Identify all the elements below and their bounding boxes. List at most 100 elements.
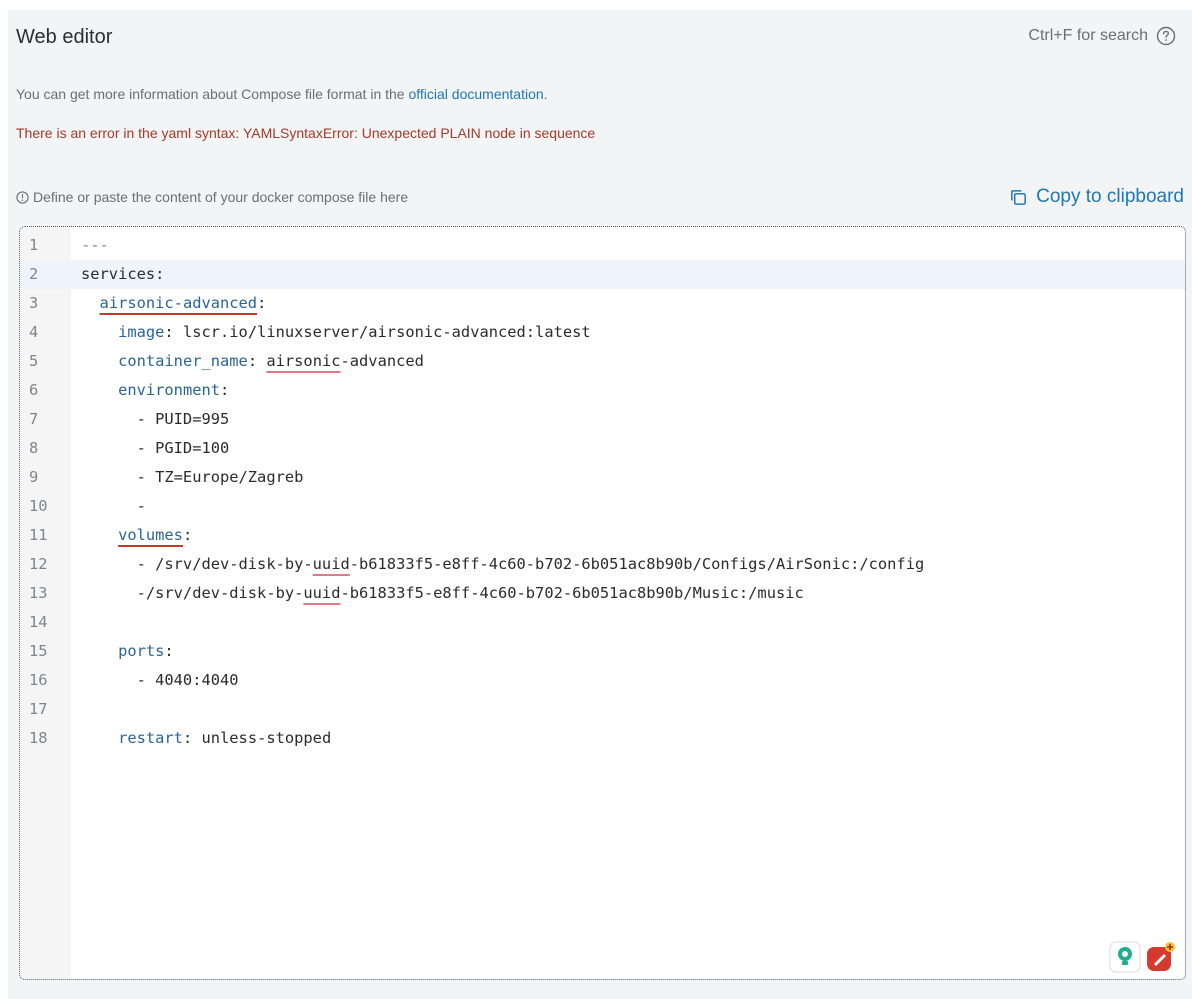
line-number: 17 — [29, 700, 48, 718]
code-line[interactable]: 12 - /srv/dev-disk-by-uuid-b61833f5-e8ff… — [20, 550, 1185, 579]
line-number: 8 — [29, 439, 39, 457]
extension-icons — [1109, 941, 1177, 973]
code-token: uuid — [312, 555, 350, 573]
line-number: 12 — [29, 555, 48, 573]
code-line[interactable]: 4 image: lscr.io/linuxserver/airsonic-ad… — [20, 318, 1185, 347]
code-line[interactable]: 16 - 4040:4040 — [20, 666, 1185, 695]
code-text[interactable]: environment: — [81, 376, 229, 405]
code-editor[interactable]: 1 --- 2 services: 3 airsonic-advanced: 4 imag… — [19, 226, 1186, 980]
line-number: 1 — [29, 236, 39, 254]
code-line[interactable]: 11 volumes: — [20, 521, 1185, 550]
code-text[interactable]: image: lscr.io/linuxserver/airsonic-adva… — [81, 318, 591, 347]
yaml-error-message: There is an error in the yaml syntax: YA… — [16, 125, 596, 141]
pen-extension-icon[interactable] — [1145, 941, 1177, 973]
line-number: 16 — [29, 671, 48, 689]
line-number: 3 — [29, 294, 39, 312]
code-text[interactable]: restart: unless-stopped — [81, 724, 331, 753]
line-number: 2 — [29, 265, 39, 283]
code-text[interactable]: ports: — [81, 637, 174, 666]
code-token: : — [164, 642, 174, 660]
line-number: 13 — [29, 584, 48, 602]
code-line[interactable]: 13 -/srv/dev-disk-by-uuid-b61833f5-e8ff-… — [20, 579, 1185, 608]
code-text[interactable]: -/srv/dev-disk-by-uuid-b61833f5-e8ff-4c6… — [81, 579, 804, 608]
code-text[interactable]: - 4040:4040 — [81, 666, 239, 695]
code-token: --- — [81, 236, 109, 254]
copy-to-clipboard-button[interactable]: Copy to clipboard — [1009, 186, 1184, 208]
code-token: restart — [118, 729, 183, 747]
code-text[interactable]: - — [81, 492, 146, 521]
info-suffix: . — [543, 86, 548, 102]
code-text[interactable]: - /srv/dev-disk-by-uuid-b61833f5-e8ff-4c… — [81, 550, 925, 579]
code-line[interactable]: 7 - PUID=995 — [20, 405, 1185, 434]
code-line[interactable]: 18 restart: unless-stopped — [20, 724, 1185, 753]
code-token: : — [257, 294, 267, 312]
code-line[interactable]: 3 airsonic-advanced: — [20, 289, 1185, 318]
code-token: environment — [118, 381, 221, 399]
code-token: services: — [81, 265, 165, 283]
code-line[interactable]: 8 - PGID=100 — [20, 434, 1185, 463]
code-token: airsonic — [266, 352, 341, 370]
code-token: -b61833f5-e8ff-4c60-b702-6b051ac8b90b/Co… — [349, 555, 925, 573]
code-text[interactable]: --- — [81, 231, 109, 260]
code-text[interactable]: - PGID=100 — [81, 434, 230, 463]
editor-header: Web editor Ctrl+F for search — [16, 26, 1176, 58]
code-line[interactable]: 1 --- — [20, 231, 1185, 260]
code-token: - — [81, 497, 146, 515]
code-line[interactable]: 14 — [20, 608, 1185, 637]
code-text[interactable]: container_name: airsonic-advanced — [81, 347, 424, 376]
code-line[interactable]: 9 - TZ=Europe/Zagreb — [20, 463, 1185, 492]
code-text[interactable]: volumes: — [81, 521, 192, 550]
code-line[interactable]: 17 — [20, 695, 1185, 724]
code-token: container_name — [118, 352, 248, 370]
editor-hint-row: Define or paste the content of your dock… — [16, 186, 1184, 214]
line-number: 15 — [29, 642, 48, 660]
code-line[interactable]: 10 - — [20, 492, 1185, 521]
line-number: 18 — [29, 729, 48, 747]
code-token: -advanced — [340, 352, 424, 370]
code-line[interactable]: 5 container_name: airsonic-advanced — [20, 347, 1185, 376]
line-number: 9 — [29, 468, 39, 486]
code-token: -b61833f5-e8ff-4c60-b702-6b051ac8b90b/Mu… — [340, 584, 804, 602]
code-text[interactable]: - TZ=Europe/Zagreb — [81, 463, 304, 492]
search-hint: Ctrl+F for search — [1028, 26, 1176, 46]
code-line[interactable]: 6 environment: — [20, 376, 1185, 405]
code-token: volumes — [118, 526, 183, 544]
editor-hint: Define or paste the content of your dock… — [16, 189, 408, 205]
question-circle-icon[interactable] — [1156, 26, 1176, 46]
code-text[interactable]: - PUID=995 — [81, 405, 230, 434]
search-hint-label: Ctrl+F for search — [1028, 27, 1148, 44]
code-line[interactable]: 2 services: — [20, 260, 1185, 289]
code-text[interactable]: airsonic-advanced: — [81, 289, 267, 318]
code-text[interactable]: services: — [81, 260, 164, 289]
line-number: 7 — [29, 410, 39, 428]
code-line[interactable]: 15 ports: — [20, 637, 1185, 666]
code-token: uuid — [303, 584, 341, 602]
copy-to-clipboard-label: Copy to clipboard — [1036, 186, 1184, 207]
lightbulb-extension-icon[interactable] — [1109, 941, 1141, 973]
line-number: 5 — [29, 352, 39, 370]
code-token: : — [220, 381, 230, 399]
code-token: : — [182, 526, 193, 544]
code-token: : lscr.io/linuxserver/airsonic-advanced:… — [164, 323, 591, 341]
code-token: : — [247, 352, 267, 370]
code-token: - PUID=995 — [81, 410, 230, 428]
code-token: - TZ=Europe/Zagreb — [81, 468, 304, 486]
code-token: airsonic-advanced — [99, 294, 258, 312]
code-lines[interactable]: 1 --- 2 services: 3 airsonic-advanced: 4 imag… — [20, 231, 1185, 753]
code-token: -/srv/dev-disk-by- — [81, 584, 304, 602]
compose-info-text: You can get more information about Compo… — [16, 86, 548, 102]
code-token: - /srv/dev-disk-by- — [81, 555, 313, 573]
editor-hint-label: Define or paste the content of your dock… — [33, 189, 409, 205]
official-documentation-link[interactable]: official documentation — [408, 86, 543, 102]
line-number: 6 — [29, 381, 39, 399]
page-title: Web editor — [16, 26, 113, 48]
info-prefix: You can get more information about Compo… — [16, 86, 409, 102]
code-token: - PGID=100 — [81, 439, 230, 457]
code-token: ports — [118, 642, 165, 660]
